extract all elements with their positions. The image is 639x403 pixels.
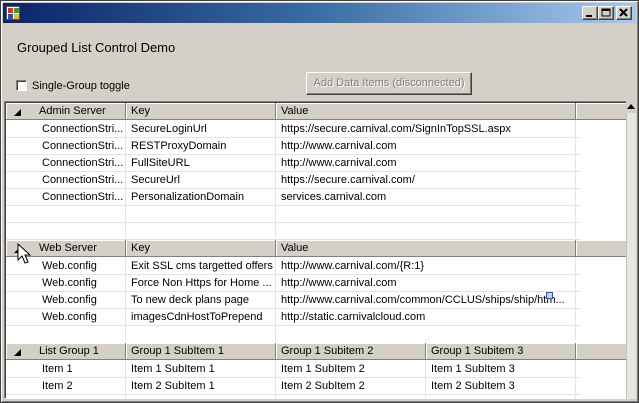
column-header-group-1-subitem-1[interactable]: Group 1 SubItem 1	[126, 343, 276, 360]
list-cell: Item 1 SubItem 3	[431, 363, 515, 375]
list-cell: http://www.carnival.com	[281, 277, 397, 289]
single-group-label[interactable]: Single-Group toggle	[32, 80, 130, 92]
list-cell: Web.config	[42, 294, 97, 306]
scroll-up-arrow-icon	[627, 104, 635, 109]
list-item[interactable]: ConnectionStri... PersonalizationDomain se…	[6, 189, 628, 206]
close-button[interactable]	[616, 6, 632, 20]
scroll-up-button[interactable]	[626, 101, 636, 113]
column-header-key[interactable]: Key	[126, 103, 276, 120]
list-cell: Item 2 SubItem 2	[281, 380, 365, 392]
collapse-group-icon[interactable]	[14, 109, 21, 116]
grid-line	[6, 308, 581, 309]
list-content: Admin Server Key Value ConnectionStri... Sec…	[5, 102, 628, 398]
list-cell: ConnectionStri...	[42, 140, 124, 152]
vertical-scrollbar[interactable]	[626, 101, 636, 399]
list-item[interactable]: Item 1 Item 1 SubItem 1 Item 1 SubItem 2 It…	[6, 361, 628, 378]
list-cell: ConnectionStri...	[42, 157, 124, 169]
list-item[interactable]: Item 2 Item 2 SubItem 1 Item 2 SubItem 2 It…	[6, 378, 628, 395]
grid-line	[6, 137, 581, 138]
list-cell: Item 1	[42, 363, 73, 375]
list-cell: To new deck plans page	[131, 294, 250, 306]
list-cell: PersonalizationDomain	[131, 191, 245, 203]
grid-line	[6, 274, 581, 275]
grid-line	[6, 325, 581, 326]
mouse-cursor-icon	[17, 243, 32, 264]
column-header-group-1-subitem-2[interactable]: Group 1 Subitem 2	[276, 343, 426, 360]
grid-line	[6, 205, 581, 206]
column-header-value[interactable]: Value	[276, 103, 576, 120]
column-header-admin-server[interactable]: Admin Server	[6, 103, 126, 120]
grouped-list-control[interactable]: Admin Server Key Value ConnectionStri... Sec…	[4, 101, 636, 399]
close-icon	[619, 8, 628, 17]
grid-line	[6, 377, 581, 378]
grid-line	[6, 222, 581, 223]
list-cell: services.carnival.com	[281, 191, 387, 203]
app-icon[interactable]	[6, 6, 20, 20]
list-item[interactable]: ConnectionStri... RESTProxyDomain http://w…	[6, 138, 628, 155]
list-item[interactable]: ConnectionStri... SecureUrl https://secure…	[6, 172, 628, 189]
list-cell: Item 1 SubItem 2	[281, 363, 365, 375]
list-cell: http://www.carnival.com	[281, 140, 397, 152]
grid-line	[6, 291, 581, 292]
grid-line	[6, 154, 581, 155]
list-cell: ConnectionStri...	[42, 123, 124, 135]
grid-line	[6, 394, 581, 395]
list-cell: ConnectionStri...	[42, 191, 124, 203]
column-header-group-1-subitem-3[interactable]: Group 1 Subitem 3	[426, 343, 576, 360]
collapse-group-icon[interactable]	[14, 349, 21, 356]
title-bar[interactable]	[3, 3, 636, 23]
column-header-filler[interactable]	[576, 343, 628, 360]
list-cell: FullSiteURL	[131, 157, 190, 169]
group-header-2[interactable]: Web Server Key Value	[6, 240, 628, 257]
list-cell: Exit SSL cms targetted offers	[131, 260, 273, 272]
maximize-button[interactable]	[598, 6, 614, 20]
maximize-icon	[601, 8, 611, 17]
grid-line	[6, 171, 581, 172]
minimize-button[interactable]	[582, 6, 598, 20]
single-group-checkbox[interactable]	[16, 80, 27, 91]
list-cell: https://secure.carnival.com/SignInTopSSL…	[281, 123, 511, 135]
list-item[interactable]: Web.config Force Non Https for Home ... ht…	[6, 275, 628, 292]
page-title: Grouped List Control Demo	[17, 40, 176, 55]
list-item[interactable]: Web.config Exit SSL cms targetted offers h…	[6, 258, 628, 275]
list-cell: Web.config	[42, 277, 97, 289]
list-cell: SecureUrl	[131, 174, 180, 186]
group-header-1[interactable]: Admin Server Key Value	[6, 103, 628, 120]
list-cell: http://www.carnival.com/common/CCLUS/shi…	[281, 294, 565, 306]
list-cell: Web.config	[42, 260, 97, 272]
list-cell: http://www.carnival.com	[281, 157, 397, 169]
list-cell: Web.config	[42, 311, 97, 323]
list-cell: Item 2 SubItem 3	[431, 380, 515, 392]
column-header-filler[interactable]	[576, 240, 628, 257]
list-item[interactable]: Web.config imagesCdnHostToPrepend http://s…	[6, 309, 628, 326]
list-cell: SecureLoginUrl	[131, 123, 207, 135]
column-header-filler[interactable]	[576, 103, 628, 120]
list-cell: imagesCdnHostToPrepend	[131, 311, 263, 323]
minimize-icon	[586, 15, 592, 17]
list-cell: RESTProxyDomain	[131, 140, 227, 152]
grid-line	[6, 188, 581, 189]
list-cell: Force Non Https for Home ...	[131, 277, 272, 289]
column-header-key[interactable]: Key	[126, 240, 276, 257]
list-cell: https://secure.carnival.com/	[281, 174, 415, 186]
list-item[interactable]: Web.config To new deck plans page http://w…	[6, 292, 628, 309]
list-cell: http://www.carnival.com/{R:1}	[281, 260, 425, 272]
list-cell: ConnectionStri...	[42, 174, 124, 186]
column-header-list-group-1[interactable]: List Group 1	[6, 343, 126, 360]
list-cell: Item 2 SubItem 1	[131, 380, 215, 392]
column-header-value[interactable]: Value	[276, 240, 576, 257]
list-cell: http://static.carnivalcloud.com	[281, 311, 426, 323]
group-header-3[interactable]: List Group 1 Group 1 SubItem 1 Group 1 Sub…	[6, 343, 628, 360]
add-data-items-button[interactable]: Add Data Items (disconnected)	[306, 72, 472, 95]
list-cell: Item 1 SubItem 1	[131, 363, 215, 375]
list-item[interactable]: ConnectionStri... SecureLoginUrl https://s…	[6, 121, 628, 138]
list-cell: Item 2	[42, 380, 73, 392]
list-item[interactable]: ConnectionStri... FullSiteURL http://www.c…	[6, 155, 628, 172]
edit-marker-icon	[546, 292, 553, 299]
